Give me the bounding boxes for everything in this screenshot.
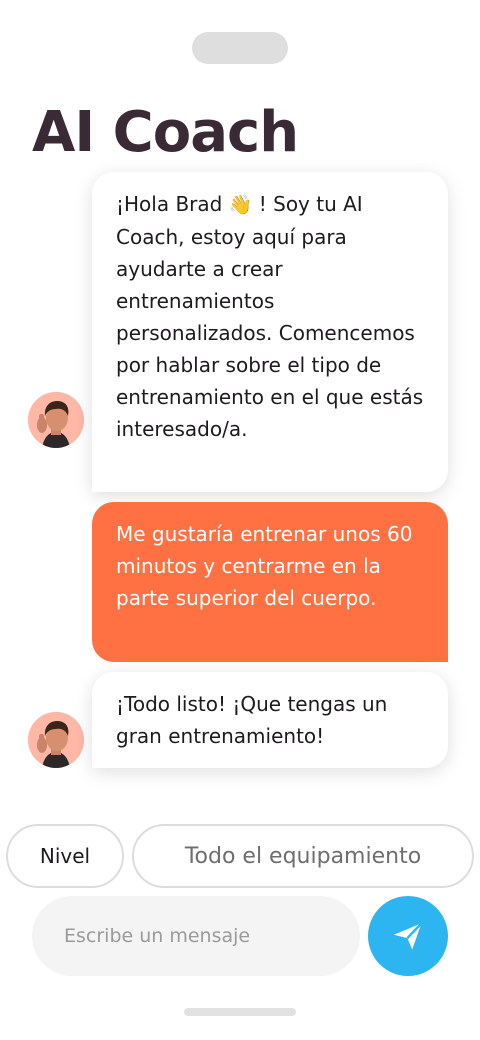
message-composer (32, 896, 360, 976)
equipment-filter-label: Todo el equipamiento (184, 843, 422, 869)
page-title: AI Coach (32, 100, 299, 165)
coach-message-bubble: ¡Hola Brad 👋 ! Soy tu AI Coach, estoy aq… (92, 172, 448, 492)
coach-avatar (28, 392, 84, 448)
home-indicator (184, 1008, 296, 1016)
level-filter-label: Nivel (39, 844, 91, 868)
message-text: Me gustaría entrenar unos 60 minutos y c… (116, 522, 413, 610)
dynamic-island (192, 32, 288, 64)
send-paper-plane-icon (393, 922, 423, 950)
waving-hand-icon: 👋 (228, 194, 253, 216)
message-text: ¡Hola Brad (116, 192, 229, 216)
coach-avatar-image (28, 712, 84, 768)
coach-avatar-image (28, 392, 84, 448)
message-input[interactable] (64, 925, 328, 947)
equipment-filter-chip[interactable]: Todo el equipamiento (132, 824, 474, 888)
message-text: ¡Todo listo! ¡Que tengas un gran entrena… (116, 692, 388, 748)
message-text: ! Soy tu AI Coach, estoy aquí para ayuda… (116, 192, 424, 441)
chat-screen: AI Coach ¡Hola Brad 👋 ! Soy tu AI Coach,… (0, 0, 480, 1040)
level-filter-chip[interactable]: Nivel (6, 824, 124, 888)
user-message-bubble: Me gustaría entrenar unos 60 minutos y c… (92, 502, 448, 662)
coach-message-bubble: ¡Todo listo! ¡Que tengas un gran entrena… (92, 672, 448, 768)
coach-avatar (28, 712, 84, 768)
send-button[interactable] (368, 896, 448, 976)
